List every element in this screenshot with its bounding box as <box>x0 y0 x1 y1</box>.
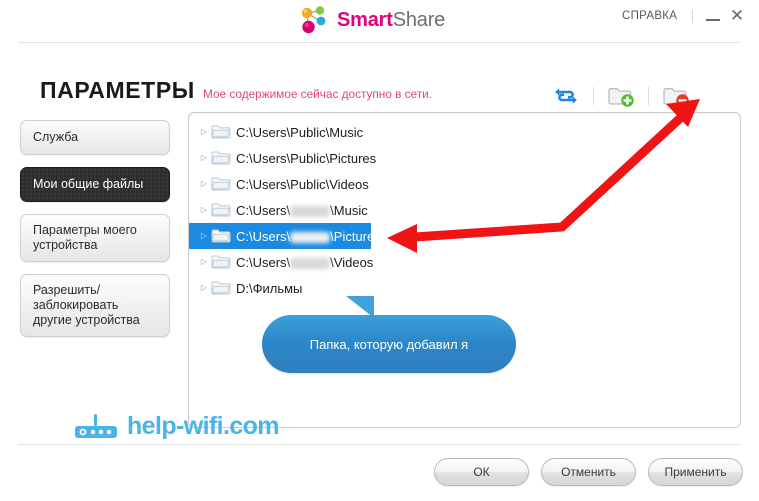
redacted-username <box>290 231 331 243</box>
help-button[interactable]: СПРАВКА <box>622 10 677 22</box>
apply-button[interactable]: Применить <box>648 458 743 486</box>
folder-icon <box>211 281 231 295</box>
sidebar-item-label: Разрешить/ заблокировать другие устройст… <box>33 283 140 327</box>
folder-path-suffix: \Videos <box>330 254 374 270</box>
remove-folder-icon <box>662 87 689 107</box>
expand-arrow-icon[interactable]: ▷ <box>197 232 211 240</box>
router-icon <box>75 413 117 438</box>
app-logo: SmartShare <box>296 5 445 35</box>
folder-icon <box>211 255 231 269</box>
list-item[interactable]: ▷ C:\Users\Public\Pictures <box>189 145 740 171</box>
list-item-selected[interactable]: ▷ C:\Users\ \Pictures <box>189 223 381 249</box>
folder-path: C:\Users\Public\Videos <box>236 176 369 192</box>
refresh-button[interactable] <box>548 81 584 111</box>
sidebar-item-device-settings[interactable]: Параметры моего устройства <box>20 214 170 262</box>
minimize-button[interactable] <box>705 10 721 24</box>
folder-path: C:\Users\Public\Music <box>236 124 364 140</box>
sidebar-item-label: Мои общие файлы <box>33 177 144 191</box>
list-item[interactable]: ▷ C:\Users\Public\Videos <box>189 171 740 197</box>
header-divider <box>18 42 741 43</box>
folder-icon <box>211 151 231 165</box>
shared-folder-list[interactable]: ▷ C:\Users\Public\Music ▷ C:\Users\Publi… <box>188 112 741 428</box>
folder-icon <box>211 177 231 191</box>
list-item[interactable]: ▷ C:\Users\ \Music <box>189 197 740 223</box>
brand-share: Share <box>392 8 446 31</box>
footer-divider <box>18 444 741 445</box>
expand-arrow-icon[interactable]: ▷ <box>197 128 211 136</box>
network-status-text: Мое содержимое сейчас доступно в сети. <box>203 87 433 101</box>
footer-buttons: ОК Отменить Применить <box>434 458 743 486</box>
folder-path-prefix: C:\Users\ <box>236 202 291 218</box>
list-item[interactable]: ▷ D:\Фильмы <box>189 275 740 301</box>
ok-button[interactable]: ОК <box>434 458 529 486</box>
list-item[interactable]: ▷ C:\Users\ \Videos <box>189 249 740 275</box>
callout-text: Папка, которую добавил я <box>309 336 469 352</box>
folder-path-prefix: C:\Users\ <box>236 254 291 270</box>
folder-icon <box>211 229 231 243</box>
sidebar-item-allow-block-devices[interactable]: Разрешить/ заблокировать другие устройст… <box>20 274 170 337</box>
redacted-username <box>290 257 331 269</box>
folder-path-suffix: \Pictures <box>330 228 381 244</box>
list-item[interactable]: ▷ C:\Users\Public\Music <box>189 119 740 145</box>
smartshare-logo-icon <box>301 6 326 34</box>
expand-arrow-icon[interactable]: ▷ <box>197 154 211 162</box>
add-folder-button[interactable] <box>603 81 639 111</box>
titlebar-separator <box>692 10 693 23</box>
remove-folder-button[interactable] <box>658 81 694 111</box>
close-button[interactable]: ✕ <box>729 7 745 25</box>
refresh-icon <box>555 88 577 104</box>
folder-path-prefix: C:\Users\ <box>236 228 291 244</box>
callout-bubble: Папка, которую добавил я <box>262 315 516 373</box>
sidebar-item-my-shared-files[interactable]: Мои общие файлы <box>20 167 170 202</box>
expand-arrow-icon[interactable]: ▷ <box>197 284 211 292</box>
toolbar-separator <box>593 87 594 105</box>
expand-arrow-icon[interactable]: ▷ <box>197 206 211 214</box>
folder-path: C:\Users\Public\Pictures <box>236 150 377 166</box>
folder-icon <box>211 203 231 217</box>
folder-path-suffix: \Music <box>330 202 368 218</box>
sidebar-item-label: Параметры моего устройства <box>33 223 137 252</box>
folder-icon <box>211 125 231 139</box>
title-bar: SmartShare СПРАВКА ✕ <box>0 0 759 42</box>
page-title: ПАРАМЕТРЫ <box>40 77 195 103</box>
sidebar-item-service[interactable]: Служба <box>20 120 170 155</box>
folder-path: D:\Фильмы <box>236 280 303 296</box>
smart-share-window: SmartShare СПРАВКА ✕ ПАРАМЕТРЫ Служба Мо… <box>0 0 759 501</box>
expand-arrow-icon[interactable]: ▷ <box>197 180 211 188</box>
brand-smart: Smart <box>337 8 393 31</box>
folder-toolbar <box>548 80 694 112</box>
redacted-username <box>290 205 331 217</box>
sidebar-nav: Служба Мои общие файлы Параметры моего у… <box>20 120 170 349</box>
watermark-text: help-wifi.com <box>127 412 280 440</box>
folder-path: C:\Users\ \Music <box>236 203 368 218</box>
watermark: help-wifi.com <box>74 412 280 441</box>
add-folder-icon <box>607 87 634 107</box>
cancel-button[interactable]: Отменить <box>541 458 636 486</box>
folder-path: C:\Users\ \Videos <box>236 255 373 270</box>
expand-arrow-icon[interactable]: ▷ <box>197 258 211 266</box>
sidebar-item-label: Служба <box>33 130 79 144</box>
toolbar-separator <box>648 87 649 105</box>
folder-path: C:\Users\ \Pictures <box>236 229 381 244</box>
brand-text: SmartShare <box>337 9 445 32</box>
